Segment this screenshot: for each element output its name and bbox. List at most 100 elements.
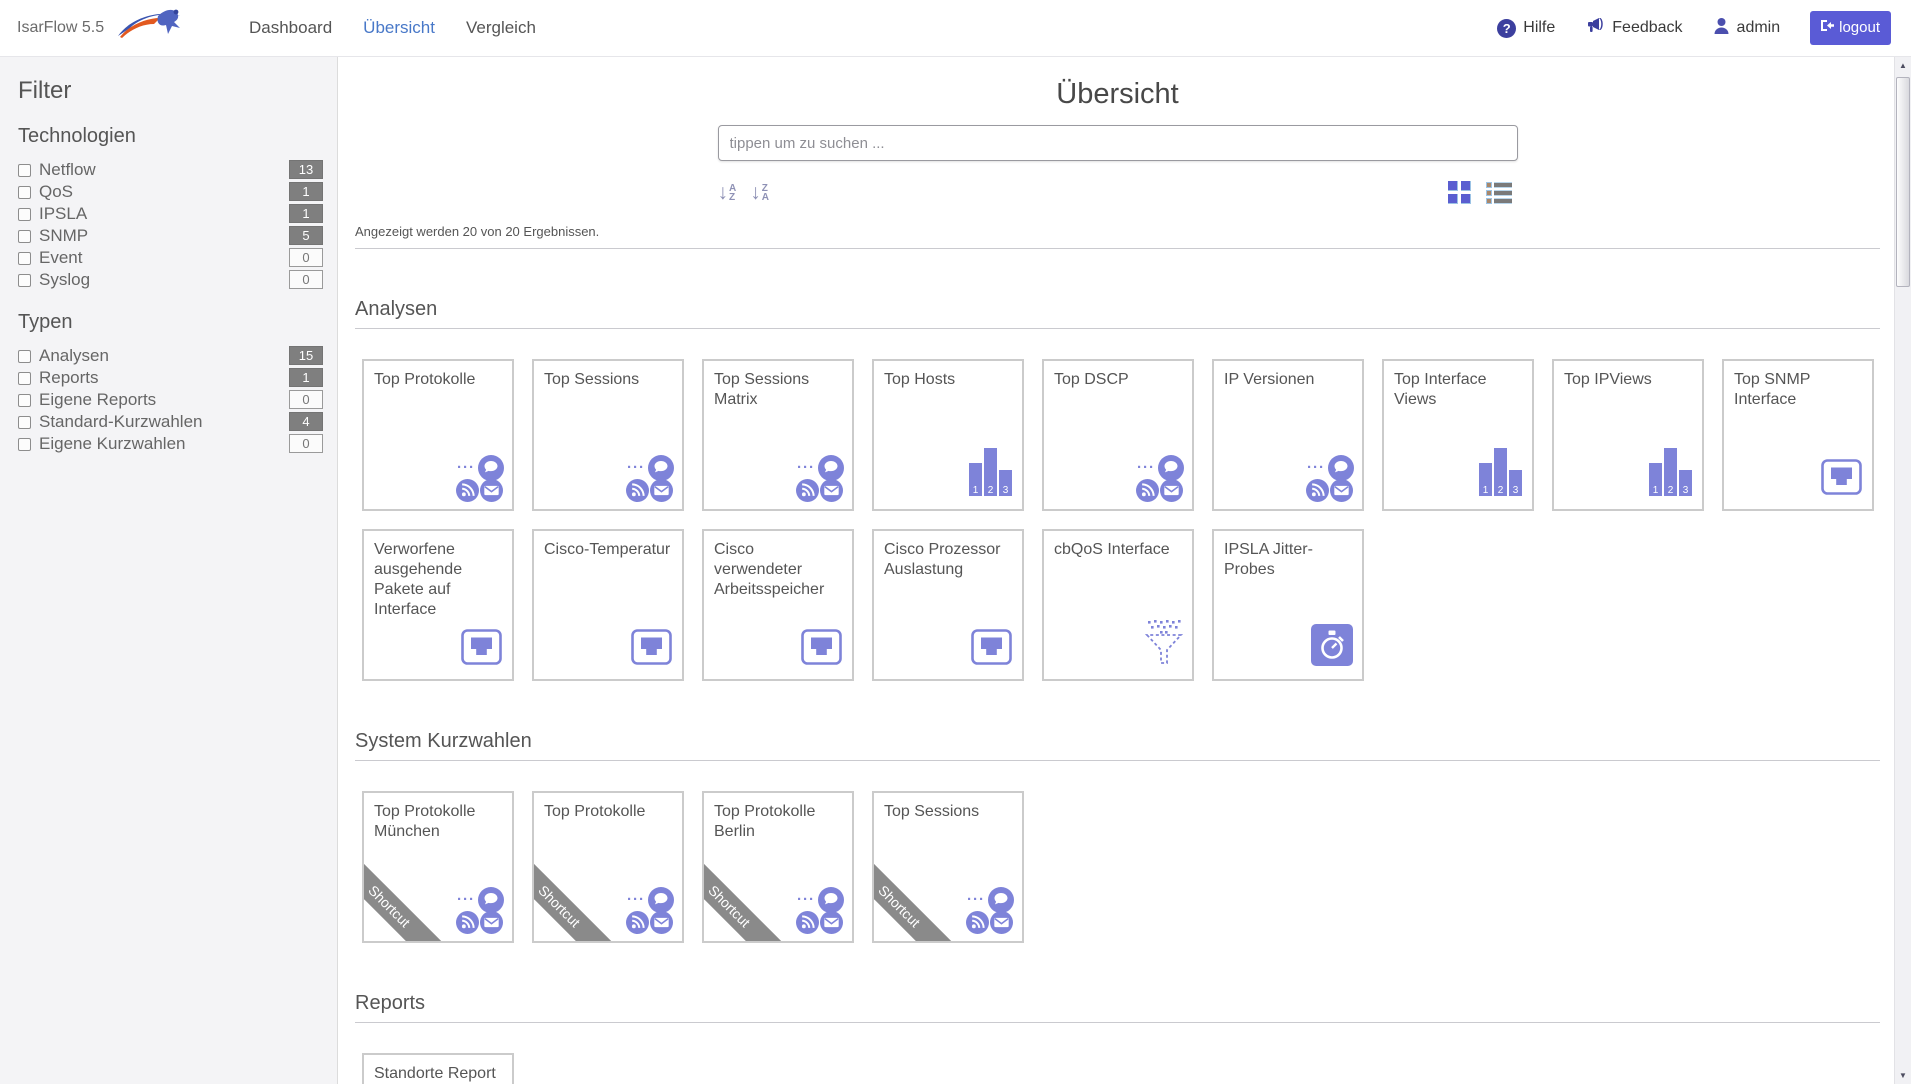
card-top-sessions[interactable]: Top Sessions ··· xyxy=(532,359,684,511)
filter-item-snmp[interactable]: SNMP5 xyxy=(18,225,323,247)
card-title: Top Sessions xyxy=(544,370,672,390)
svg-text:2: 2 xyxy=(1498,485,1504,496)
bar-chart-123-icon: 123 xyxy=(1478,445,1524,502)
user-menu[interactable]: admin xyxy=(1713,17,1781,40)
nav-link-vergleich[interactable]: Vergleich xyxy=(460,14,542,42)
card-title: Top Sessions Matrix xyxy=(714,370,842,410)
scroll-down-button[interactable]: ▼ xyxy=(1895,1067,1911,1084)
card-standorte-report-http[interactable]: Standorte Report HTTP··· xyxy=(362,1053,514,1084)
card-top-protokolle-münchen[interactable]: Top Protokolle MünchenShortcut··· xyxy=(362,791,514,943)
logout-label: logout xyxy=(1839,19,1880,36)
filter-item-reports[interactable]: Reports1 xyxy=(18,367,323,389)
sidebar-title: Filter xyxy=(18,77,337,105)
count-badge: 0 xyxy=(289,390,323,409)
count-badge: 0 xyxy=(289,270,323,289)
card-top-hosts[interactable]: Top Hosts123 xyxy=(872,359,1024,511)
checkbox[interactable] xyxy=(18,164,31,177)
card-title: Cisco verwendeter Arbeitsspeicher xyxy=(714,540,842,600)
card-top-protokolle-berlin[interactable]: Top Protokolle BerlinShortcut··· xyxy=(702,791,854,943)
help-link[interactable]: ? Hilfe xyxy=(1497,19,1555,38)
shortcut-ribbon: Shortcut xyxy=(702,845,791,943)
checkbox[interactable] xyxy=(18,252,31,265)
scroll-up-button[interactable]: ▲ xyxy=(1895,57,1911,74)
filter-item-label: IPSLA xyxy=(39,204,87,224)
nav-link-übersicht[interactable]: Übersicht xyxy=(357,14,441,42)
card-cisco-prozessor-auslastung[interactable]: Cisco Prozessor Auslastung xyxy=(872,529,1024,681)
filter-item-syslog[interactable]: Syslog 0 xyxy=(18,269,323,291)
card-title: Cisco-Temperatur xyxy=(544,540,672,560)
share-circles-icon: ··· xyxy=(966,887,1014,934)
card-top-protokolle[interactable]: Top ProtokolleShortcut··· xyxy=(532,791,684,943)
section-title: Reports xyxy=(355,992,1880,1015)
logout-button[interactable]: logout xyxy=(1810,11,1891,45)
share-circles-icon: ··· xyxy=(626,455,674,502)
filter-item-eigene-reports[interactable]: Eigene Reports0 xyxy=(18,389,323,411)
checkbox[interactable] xyxy=(18,394,31,407)
sort-asc-icon[interactable]: ↓ AZ xyxy=(718,183,737,202)
filter-item-netflow[interactable]: Netflow 13 xyxy=(18,159,323,181)
filter-item-eigene-kurzwahlen[interactable]: Eigene Kurzwahlen0 xyxy=(18,433,323,455)
filter-item-event[interactable]: Event0 xyxy=(18,247,323,269)
section-title: System Kurzwahlen xyxy=(355,730,1880,753)
filter-item-standard-kurzwahlen[interactable]: Standard-Kurzwahlen 4 xyxy=(18,411,323,433)
checkbox[interactable] xyxy=(18,438,31,451)
ethernet-port-icon xyxy=(971,629,1014,672)
card-top-interface-views[interactable]: Top Interface Views123 xyxy=(1382,359,1534,511)
ethernet-port-icon xyxy=(631,629,674,672)
nav-link-dashboard[interactable]: Dashboard xyxy=(243,14,338,42)
section-reports: Reports Standorte Report HTTP··· xyxy=(355,992,1880,1084)
checkbox[interactable] xyxy=(18,208,31,221)
section-analysen: Analysen Top Protokolle ··· Top Sessions ···… xyxy=(355,298,1880,681)
isarflow-logo-icon xyxy=(114,6,192,51)
filter-item-ipsla[interactable]: IPSLA1 xyxy=(18,203,323,225)
card-top-sessions[interactable]: Top SessionsShortcut··· xyxy=(872,791,1024,943)
card-title: cbQoS Interface xyxy=(1054,540,1182,560)
scrollbar-thumb[interactable] xyxy=(1896,77,1910,287)
card-top-ipviews[interactable]: Top IPViews123 xyxy=(1552,359,1704,511)
card-cbqos-interface[interactable]: cbQoS Interface xyxy=(1042,529,1194,681)
count-badge: 4 xyxy=(289,412,323,431)
card-title: Top Protokolle xyxy=(374,370,502,390)
card-top-protokolle[interactable]: Top Protokolle ··· xyxy=(362,359,514,511)
share-circles-icon: ··· xyxy=(456,455,504,502)
card-title: IPSLA Jitter-Probes xyxy=(1224,540,1352,580)
card-verworfene-ausgehende-pakete-auf-interface[interactable]: Verworfene ausgehende Pakete auf Interfa… xyxy=(362,529,514,681)
megaphone-icon xyxy=(1585,17,1605,40)
feedback-link[interactable]: Feedback xyxy=(1585,17,1682,40)
section-title: Analysen xyxy=(355,298,1880,321)
svg-text:1: 1 xyxy=(1653,485,1659,496)
filter-sidebar: Filter TechnologienNetflow13QoS1IPSLA1SN… xyxy=(0,57,338,1084)
checkbox[interactable] xyxy=(18,230,31,243)
checkbox[interactable] xyxy=(18,274,31,287)
top-navbar: IsarFlow 5.5 DashboardÜbersichtVergleich… xyxy=(0,0,1911,57)
filter-item-label: Netflow xyxy=(39,160,96,180)
share-circles-icon: ··· xyxy=(796,455,844,502)
count-badge: 15 xyxy=(289,346,323,365)
card-top-dscp[interactable]: Top DSCP··· xyxy=(1042,359,1194,511)
count-badge: 13 xyxy=(289,160,323,179)
checkbox[interactable] xyxy=(18,416,31,429)
checkbox[interactable] xyxy=(18,372,31,385)
list-view-icon[interactable] xyxy=(1486,182,1512,204)
card-top-sessions-matrix[interactable]: Top Sessions Matrix ··· xyxy=(702,359,854,511)
card-cisco-verwendeter-arbeitsspeicher[interactable]: Cisco verwendeter Arbeitsspeicher xyxy=(702,529,854,681)
checkbox[interactable] xyxy=(18,350,31,363)
count-badge: 0 xyxy=(289,434,323,453)
card-ip-versionen[interactable]: IP Versionen··· xyxy=(1212,359,1364,511)
sort-desc-icon[interactable]: ↓ ZA xyxy=(750,183,769,202)
grid-view-icon[interactable] xyxy=(1448,181,1471,204)
list-controls: ↓ AZ ↓ ZA xyxy=(718,181,1518,204)
filter-item-analysen[interactable]: Analysen15 xyxy=(18,345,323,367)
filter-item-qos[interactable]: QoS1 xyxy=(18,181,323,203)
count-badge: 1 xyxy=(289,182,323,201)
card-title: Top IPViews xyxy=(1564,370,1692,390)
filter-item-label: Syslog xyxy=(39,270,90,290)
card-top-snmp-interface[interactable]: Top SNMP Interface xyxy=(1722,359,1874,511)
results-count-text: Angezeigt werden 20 von 20 Ergebnissen. xyxy=(355,224,1880,239)
search-input[interactable] xyxy=(718,125,1518,161)
card-ipsla-jitter-probes[interactable]: IPSLA Jitter-Probes xyxy=(1212,529,1364,681)
filter-item-label: Standard-Kurzwahlen xyxy=(39,412,202,432)
vertical-scrollbar[interactable]: ▲ ▼ xyxy=(1894,57,1911,1084)
card-cisco-temperatur[interactable]: Cisco-Temperatur xyxy=(532,529,684,681)
checkbox[interactable] xyxy=(18,186,31,199)
